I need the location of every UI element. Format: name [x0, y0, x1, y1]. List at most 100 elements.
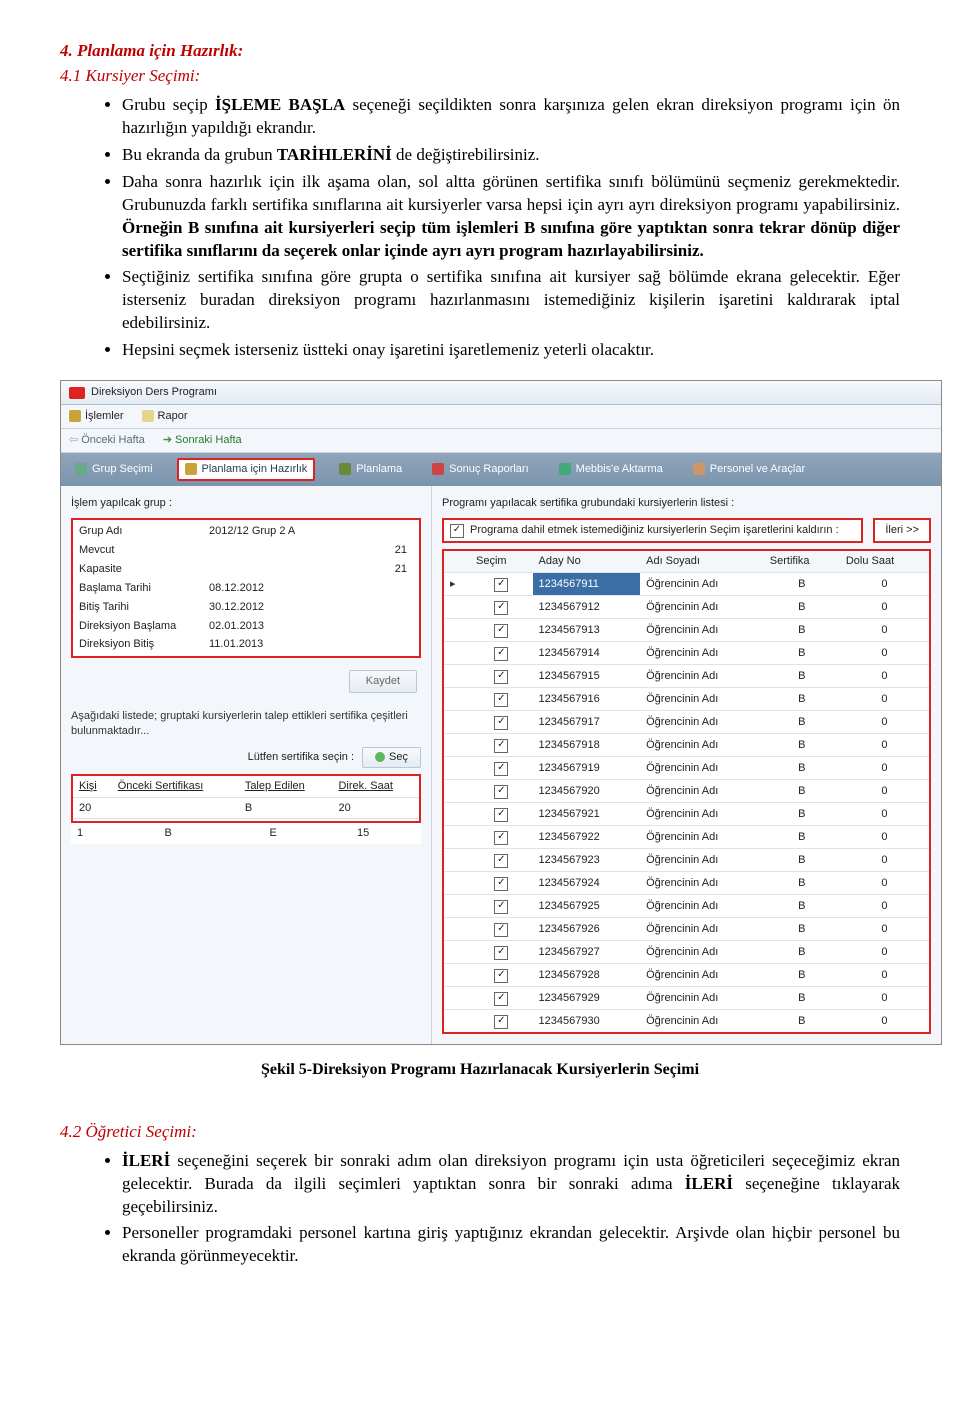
table-row[interactable]: ✓1234567912Öğrencinin AdıB0 — [443, 596, 930, 619]
checkbox-icon[interactable]: ✓ — [494, 785, 508, 799]
cell-adi-soyadi: Öğrencinin Adı — [640, 665, 764, 688]
cell-secim[interactable]: ✓ — [470, 941, 533, 964]
bullet-item: İLERİ seçeneğini seçerek bir sonraki adı… — [122, 1150, 900, 1219]
cell-secim[interactable]: ✓ — [470, 964, 533, 987]
cell-secim[interactable]: ✓ — [470, 987, 533, 1010]
cell-secim[interactable]: ✓ — [470, 918, 533, 941]
cell-secim[interactable]: ✓ — [470, 573, 533, 596]
table-row[interactable]: ✓1234567921Öğrencinin AdıB0 — [443, 803, 930, 826]
cell-secim[interactable]: ✓ — [470, 642, 533, 665]
table-row[interactable]: ✓1234567930Öğrencinin AdıB0 — [443, 1010, 930, 1034]
cell-dolu-saat: 0 — [840, 642, 930, 665]
table-row[interactable]: ✓1234567915Öğrencinin AdıB0 — [443, 665, 930, 688]
checkbox-icon[interactable]: ✓ — [494, 992, 508, 1006]
checkbox-icon[interactable]: ✓ — [494, 969, 508, 983]
checkbox-icon[interactable]: ✓ — [494, 716, 508, 730]
table-row[interactable]: ✓1234567926Öğrencinin AdıB0 — [443, 918, 930, 941]
table-row[interactable]: ✓1234567925Öğrencinin AdıB0 — [443, 895, 930, 918]
cell-secim[interactable]: ✓ — [470, 688, 533, 711]
table-row[interactable]: ✓1234567922Öğrencinin AdıB0 — [443, 826, 930, 849]
checkbox-icon[interactable]: ✓ — [494, 831, 508, 845]
checkbox-icon[interactable]: ✓ — [494, 877, 508, 891]
sec-button-label: Seç — [389, 750, 408, 765]
cert-select-label: Lütfen sertifika seçin : — [248, 750, 354, 765]
table-row[interactable]: ✓1234567916Öğrencinin AdıB0 — [443, 688, 930, 711]
cert-row[interactable]: 1 B E 15 — [71, 823, 421, 844]
table-row[interactable]: ✓1234567927Öğrencinin AdıB0 — [443, 941, 930, 964]
prev-week-button[interactable]: Önceki Hafta — [69, 433, 145, 448]
kaydet-button[interactable]: Kaydet — [349, 670, 417, 693]
row-marker — [443, 872, 470, 895]
cell: 20 — [73, 797, 112, 819]
checkbox-icon[interactable]: ✓ — [494, 739, 508, 753]
cell-dolu-saat: 0 — [840, 734, 930, 757]
next-week-button[interactable]: Sonraki Hafta — [163, 433, 242, 448]
cell-secim[interactable]: ✓ — [470, 780, 533, 803]
label-dir-baslama: Direksiyon Başlama — [79, 619, 209, 634]
table-row[interactable]: ✓1234567917Öğrencinin AdıB0 — [443, 711, 930, 734]
cell-secim[interactable]: ✓ — [470, 596, 533, 619]
tab-grup-secimi[interactable]: Grup Seçimi — [69, 460, 159, 479]
tab-planlama-hazirlik[interactable]: Planlama için Hazırlık — [177, 458, 316, 481]
checkbox-icon[interactable]: ✓ — [494, 854, 508, 868]
tabbar: Grup Seçimi Planlama için Hazırlık Planl… — [61, 453, 941, 486]
table-row[interactable]: ✓1234567919Öğrencinin AdıB0 — [443, 757, 930, 780]
cell-dolu-saat: 0 — [840, 918, 930, 941]
ileri-button[interactable]: İleri >> — [873, 518, 931, 543]
checkbox-icon[interactable]: ✓ — [494, 578, 508, 592]
cell: 15 — [351, 823, 421, 844]
cell-secim[interactable]: ✓ — [470, 803, 533, 826]
cell-secim[interactable]: ✓ — [470, 757, 533, 780]
table-row[interactable]: ✓1234567929Öğrencinin AdıB0 — [443, 987, 930, 1010]
cell-secim[interactable]: ✓ — [470, 872, 533, 895]
table-row[interactable]: ✓1234567924Öğrencinin AdıB0 — [443, 872, 930, 895]
cell-dolu-saat: 0 — [840, 573, 930, 596]
sec-button[interactable]: Seç — [362, 747, 421, 768]
row-marker — [443, 596, 470, 619]
cell-secim[interactable]: ✓ — [470, 826, 533, 849]
table-row[interactable]: ▸✓1234567911Öğrencinin AdıB0 — [443, 573, 930, 596]
cell-sertifika: B — [764, 780, 840, 803]
table-row[interactable]: ✓1234567914Öğrencinin AdıB0 — [443, 642, 930, 665]
cert-row[interactable]: 20 B 20 — [73, 797, 419, 819]
checkbox-icon[interactable]: ✓ — [494, 670, 508, 684]
cell-secim[interactable]: ✓ — [470, 619, 533, 642]
checkbox-icon[interactable]: ✓ — [494, 946, 508, 960]
bullet-item: Hepsini seçmek isterseniz üstteki onay i… — [122, 339, 900, 362]
table-row[interactable]: ✓1234567913Öğrencinin AdıB0 — [443, 619, 930, 642]
tab-mebbis[interactable]: Mebbis'e Aktarma — [553, 460, 669, 479]
filter-checkbox[interactable]: ✓ — [450, 524, 464, 538]
table-row[interactable]: ✓1234567918Öğrencinin AdıB0 — [443, 734, 930, 757]
cell-secim[interactable]: ✓ — [470, 849, 533, 872]
checkbox-icon[interactable]: ✓ — [494, 808, 508, 822]
cell-secim[interactable]: ✓ — [470, 1010, 533, 1034]
checkbox-icon[interactable]: ✓ — [494, 1015, 508, 1029]
cell-secim[interactable]: ✓ — [470, 665, 533, 688]
checkbox-icon[interactable]: ✓ — [494, 624, 508, 638]
table-row[interactable]: ✓1234567920Öğrencinin AdıB0 — [443, 780, 930, 803]
menu-islemler[interactable]: İşlemler — [69, 409, 124, 424]
cell-secim[interactable]: ✓ — [470, 734, 533, 757]
checkbox-icon[interactable]: ✓ — [494, 601, 508, 615]
table-row[interactable]: ✓1234567928Öğrencinin AdıB0 — [443, 964, 930, 987]
cell: B — [239, 797, 333, 819]
cell-secim[interactable]: ✓ — [470, 895, 533, 918]
cell-secim[interactable]: ✓ — [470, 711, 533, 734]
checkbox-icon[interactable]: ✓ — [494, 923, 508, 937]
col-secim: Seçim — [470, 550, 533, 572]
cell-aday-no: 1234567913 — [533, 619, 641, 642]
checkbox-icon[interactable]: ✓ — [494, 647, 508, 661]
cell-adi-soyadi: Öğrencinin Adı — [640, 573, 764, 596]
checkbox-icon[interactable]: ✓ — [494, 900, 508, 914]
tab-sonuc-raporlari[interactable]: Sonuç Raporları — [426, 460, 535, 479]
checkbox-icon[interactable]: ✓ — [494, 762, 508, 776]
bullet-item: Grubu seçip İŞLEME BAŞLA seçeneği seçild… — [122, 94, 900, 140]
menu-rapor[interactable]: Rapor — [142, 409, 188, 424]
bullet-list-1: Grubu seçip İŞLEME BAŞLA seçeneği seçild… — [60, 94, 900, 362]
tab-personel-araclar[interactable]: Personel ve Araçlar — [687, 460, 811, 479]
table-row[interactable]: ✓1234567923Öğrencinin AdıB0 — [443, 849, 930, 872]
tab-planlama[interactable]: Planlama — [333, 460, 408, 479]
checkbox-icon[interactable]: ✓ — [494, 693, 508, 707]
row-marker — [443, 941, 470, 964]
section-heading-4: 4. Planlama için Hazırlık: — [60, 40, 900, 63]
